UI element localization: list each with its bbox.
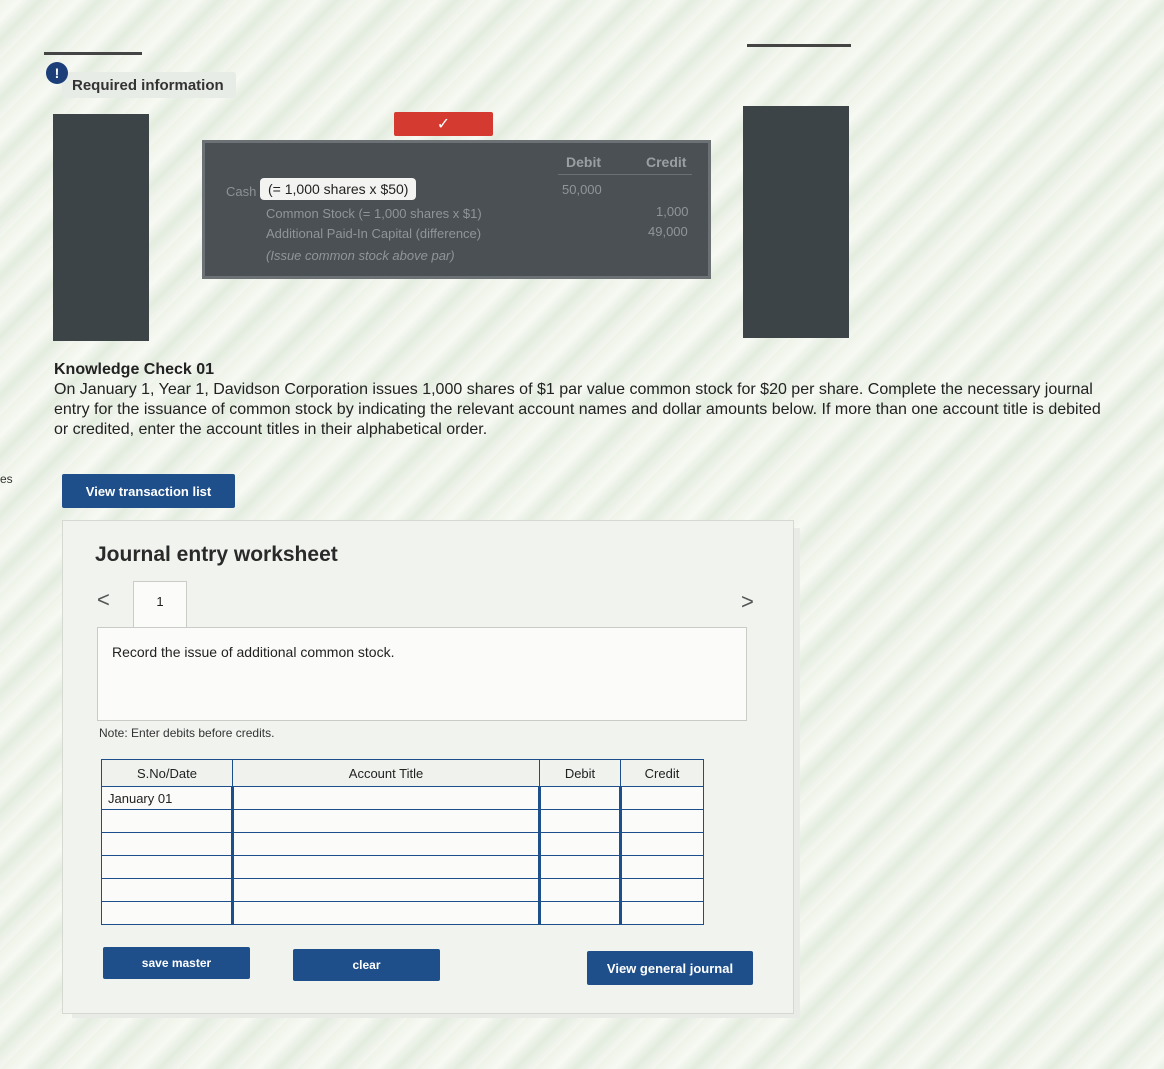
credit-input[interactable]: [619, 809, 704, 833]
worksheet-title: Journal entry worksheet: [95, 543, 338, 566]
date-cell[interactable]: [101, 855, 233, 879]
view-transaction-list-button[interactable]: View transaction list: [62, 474, 235, 508]
alert-icon: !: [46, 62, 68, 84]
top-divider-left: [44, 52, 142, 55]
account-title-input[interactable]: [231, 786, 540, 810]
credit-input[interactable]: [619, 901, 704, 925]
check-icon: ✓: [436, 116, 451, 133]
ref-debit-header: Debit: [566, 154, 601, 170]
credit-input[interactable]: [619, 855, 704, 879]
ref-row-credit: 49,000: [648, 224, 688, 239]
journal-entry-worksheet: Journal entry worksheet < > 1 Record the…: [62, 520, 794, 1014]
debit-input[interactable]: [538, 809, 621, 833]
column-header-account: Account Title: [232, 759, 540, 787]
entry-description-text: Record the issue of additional common st…: [112, 644, 395, 660]
chevron-right-icon[interactable]: >: [741, 589, 754, 615]
ref-cash-tooltip: (= 1,000 shares x $50): [260, 178, 417, 200]
account-title-input[interactable]: [231, 809, 540, 833]
dark-overlay-right: [743, 106, 849, 338]
account-title-input[interactable]: [231, 878, 540, 902]
column-header-date: S.No/Date: [101, 759, 233, 787]
table-row: [101, 809, 704, 833]
ref-row-label: (Issue common stock above par): [266, 248, 455, 263]
credit-input[interactable]: [619, 786, 704, 810]
account-title-input[interactable]: [231, 832, 540, 856]
debit-input[interactable]: [538, 901, 621, 925]
date-cell[interactable]: [101, 878, 233, 902]
debit-input[interactable]: [538, 878, 621, 902]
worksheet-note: Note: Enter debits before credits.: [99, 726, 275, 740]
date-cell[interactable]: [101, 901, 233, 925]
table-row: [101, 832, 704, 856]
credit-input[interactable]: [619, 832, 704, 856]
ref-cash-debit: 50,000: [562, 182, 602, 197]
ref-row-label: Additional Paid-In Capital (difference): [266, 226, 482, 241]
account-title-input[interactable]: [231, 901, 540, 925]
tab-entry-1[interactable]: 1: [133, 581, 187, 627]
ref-credit-header: Credit: [646, 154, 687, 170]
knowledge-check-title: Knowledge Check 01: [54, 361, 215, 378]
table-row: [101, 855, 704, 879]
debit-input[interactable]: [538, 832, 621, 856]
date-cell[interactable]: [101, 832, 233, 856]
account-title-input[interactable]: [231, 855, 540, 879]
ref-row-credit: 1,000: [656, 204, 689, 219]
required-information-text: Required information: [72, 76, 224, 94]
ref-header-underline: [558, 174, 692, 175]
reference-solution-panel: Debit Credit Cash (= 1,000 shares x $50)…: [202, 140, 711, 279]
debit-input[interactable]: [538, 786, 621, 810]
save-entry-button[interactable]: save master: [103, 947, 250, 979]
date-cell[interactable]: [101, 809, 233, 833]
chevron-left-icon[interactable]: <: [97, 587, 110, 613]
clear-entry-button[interactable]: clear: [293, 949, 440, 981]
debit-input[interactable]: [538, 855, 621, 879]
table-row: January 01: [101, 786, 704, 810]
journal-table: S.No/Date Account Title Debit Credit Jan…: [101, 759, 704, 925]
table-row: [101, 901, 704, 925]
required-information-label: Required information: [62, 72, 236, 98]
entry-description: Record the issue of additional common st…: [97, 627, 747, 721]
column-header-credit: Credit: [620, 759, 704, 787]
ref-row-label: Common Stock (= 1,000 shares x $1): [266, 206, 482, 221]
column-header-debit: Debit: [539, 759, 621, 787]
table-row: [101, 878, 704, 902]
top-divider-right: [747, 44, 851, 47]
dark-overlay-left: [53, 114, 149, 341]
knowledge-check-body: On January 1, Year 1, Davidson Corporati…: [54, 381, 1101, 438]
date-cell[interactable]: January 01: [101, 786, 233, 810]
check-answer-button[interactable]: ✓: [394, 112, 493, 136]
ref-cash-label: Cash: [226, 184, 257, 199]
side-text-fragment: es: [0, 472, 13, 486]
credit-input[interactable]: [619, 878, 704, 902]
view-general-journal-button[interactable]: View general journal: [587, 951, 753, 985]
